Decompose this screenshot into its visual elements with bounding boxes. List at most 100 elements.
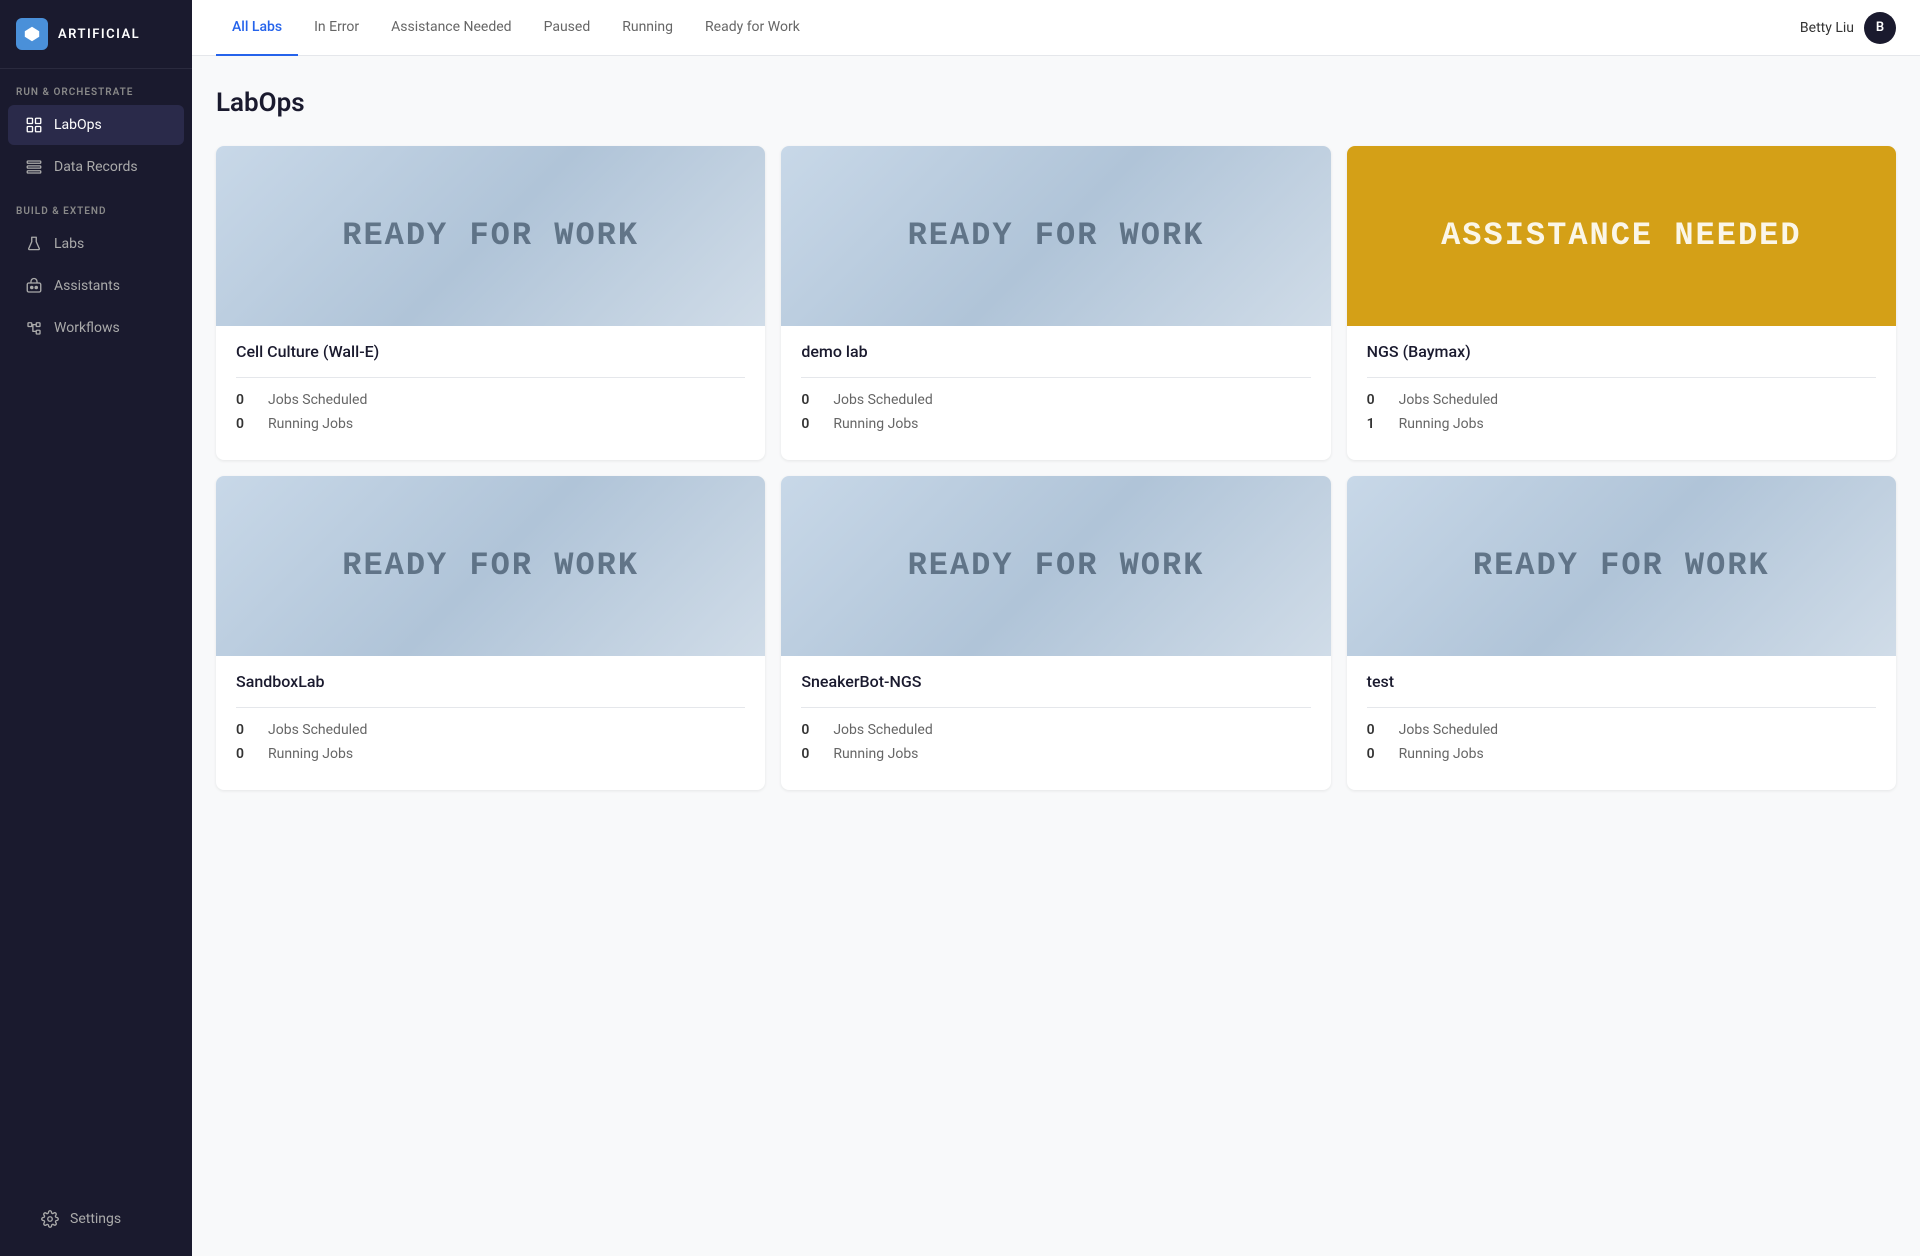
lab-status-text: READY FOR WORK: [326, 547, 655, 585]
sidebar-item-labs[interactable]: Labs: [8, 224, 184, 264]
top-nav: All Labs In Error Assistance Needed Paus…: [192, 0, 1920, 56]
lab-stat-running: 0 Running Jobs: [236, 746, 745, 762]
lab-card-divider: [1367, 377, 1876, 378]
lab-card-image: READY FOR WORK: [1347, 476, 1896, 656]
lab-card-divider: [801, 707, 1310, 708]
logo-icon: [16, 18, 48, 50]
lab-card-ngs-baymax[interactable]: ASSISTANCE NEEDED NGS (Baymax) 0 Jobs Sc…: [1347, 146, 1896, 460]
lab-card-demo-lab[interactable]: READY FOR WORK demo lab 0 Jobs Scheduled…: [781, 146, 1330, 460]
lab-card-body: test 0 Jobs Scheduled 0 Running Jobs: [1347, 656, 1896, 790]
lab-card-sandbox-lab[interactable]: READY FOR WORK SandboxLab 0 Jobs Schedul…: [216, 476, 765, 790]
running-jobs-label: Running Jobs: [833, 746, 918, 762]
jobs-scheduled-label: Jobs Scheduled: [268, 392, 367, 408]
lab-card-image: READY FOR WORK: [216, 146, 765, 326]
lab-stat-scheduled: 0 Jobs Scheduled: [1367, 722, 1876, 738]
logo-text: ARTIFICIAL: [58, 27, 140, 42]
running-jobs-label: Running Jobs: [833, 416, 918, 432]
lab-card-name: SneakerBot-NGS: [801, 672, 1310, 691]
lab-stat-running: 0 Running Jobs: [801, 746, 1310, 762]
tab-all-labs[interactable]: All Labs: [216, 1, 298, 56]
lab-card-body: NGS (Baymax) 0 Jobs Scheduled 1 Running …: [1347, 326, 1896, 460]
lab-stat-running: 0 Running Jobs: [1367, 746, 1876, 762]
lab-card-sneakerbot-ngs[interactable]: READY FOR WORK SneakerBot-NGS 0 Jobs Sch…: [781, 476, 1330, 790]
lab-stat-running: 0 Running Jobs: [801, 416, 1310, 432]
sidebar-item-settings[interactable]: Settings: [24, 1199, 168, 1239]
lab-card-divider: [236, 707, 745, 708]
running-jobs-label: Running Jobs: [1399, 746, 1484, 762]
running-jobs-value: 0: [801, 416, 817, 432]
bot-icon: [24, 276, 44, 296]
jobs-scheduled-label: Jobs Scheduled: [833, 392, 932, 408]
lab-status-text: ASSISTANCE NEEDED: [1425, 217, 1817, 255]
section-label-build: BUILD & EXTEND: [0, 188, 192, 223]
lab-stat-scheduled: 0 Jobs Scheduled: [801, 392, 1310, 408]
page-title: LabOps: [216, 88, 1896, 118]
sidebar-item-labops[interactable]: LabOps: [8, 105, 184, 145]
lab-card-body: Cell Culture (Wall-E) 0 Jobs Scheduled 0…: [216, 326, 765, 460]
lab-status-text: READY FOR WORK: [892, 547, 1221, 585]
running-jobs-value: 0: [1367, 746, 1383, 762]
lab-stat-running: 0 Running Jobs: [236, 416, 745, 432]
lab-card-name: NGS (Baymax): [1367, 342, 1876, 361]
lab-stat-scheduled: 0 Jobs Scheduled: [1367, 392, 1876, 408]
jobs-scheduled-value: 0: [801, 722, 817, 738]
sidebar-logo[interactable]: ARTIFICIAL: [0, 0, 192, 69]
lab-status-text: READY FOR WORK: [892, 217, 1221, 255]
tab-running[interactable]: Running: [606, 1, 689, 56]
lab-stat-scheduled: 0 Jobs Scheduled: [236, 722, 745, 738]
sidebar-item-labops-label: LabOps: [54, 117, 102, 133]
lab-card-name: Cell Culture (Wall-E): [236, 342, 745, 361]
running-jobs-label: Running Jobs: [1399, 416, 1484, 432]
sidebar-bottom: Settings: [0, 1182, 192, 1256]
tab-ready-for-work[interactable]: Ready for Work: [689, 1, 816, 56]
lab-card-test[interactable]: READY FOR WORK test 0 Jobs Scheduled 0 R…: [1347, 476, 1896, 790]
lab-card-name: SandboxLab: [236, 672, 745, 691]
lab-card-divider: [801, 377, 1310, 378]
lab-card-name: test: [1367, 672, 1876, 691]
running-jobs-label: Running Jobs: [268, 416, 353, 432]
lab-card-name: demo lab: [801, 342, 1310, 361]
sidebar: ARTIFICIAL RUN & ORCHESTRATE LabOps Data…: [0, 0, 192, 1256]
lab-card-body: SneakerBot-NGS 0 Jobs Scheduled 0 Runnin…: [781, 656, 1330, 790]
jobs-scheduled-label: Jobs Scheduled: [268, 722, 367, 738]
list-icon: [24, 157, 44, 177]
jobs-scheduled-value: 0: [1367, 722, 1383, 738]
user-name: Betty Liu: [1800, 20, 1854, 36]
jobs-scheduled-label: Jobs Scheduled: [833, 722, 932, 738]
sidebar-item-assistants[interactable]: Assistants: [8, 266, 184, 306]
user-avatar: B: [1864, 12, 1896, 44]
jobs-scheduled-label: Jobs Scheduled: [1399, 392, 1498, 408]
lab-card-cell-culture[interactable]: READY FOR WORK Cell Culture (Wall-E) 0 J…: [216, 146, 765, 460]
running-jobs-value: 1: [1367, 416, 1383, 432]
content-area: LabOps READY FOR WORK Cell Culture (Wall…: [192, 56, 1920, 1256]
sidebar-item-data-records-label: Data Records: [54, 159, 138, 175]
jobs-scheduled-value: 0: [801, 392, 817, 408]
lab-card-image: READY FOR WORK: [781, 146, 1330, 326]
tab-in-error[interactable]: In Error: [298, 1, 375, 56]
lab-status-text: READY FOR WORK: [326, 217, 655, 255]
sidebar-item-workflows[interactable]: Workflows: [8, 308, 184, 348]
section-label-run: RUN & ORCHESTRATE: [0, 69, 192, 104]
tab-paused[interactable]: Paused: [528, 1, 607, 56]
sidebar-item-assistants-label: Assistants: [54, 278, 120, 294]
workflow-icon: [24, 318, 44, 338]
running-jobs-label: Running Jobs: [268, 746, 353, 762]
user-menu[interactable]: Betty Liu B: [1800, 12, 1896, 44]
flask-icon: [24, 234, 44, 254]
lab-grid: READY FOR WORK Cell Culture (Wall-E) 0 J…: [216, 146, 1896, 790]
running-jobs-value: 0: [236, 416, 252, 432]
sidebar-item-settings-label: Settings: [70, 1211, 121, 1227]
jobs-scheduled-value: 0: [236, 722, 252, 738]
tab-assistance-needed[interactable]: Assistance Needed: [375, 1, 527, 56]
lab-stat-scheduled: 0 Jobs Scheduled: [801, 722, 1310, 738]
grid-icon: [24, 115, 44, 135]
sidebar-item-data-records[interactable]: Data Records: [8, 147, 184, 187]
jobs-scheduled-value: 0: [236, 392, 252, 408]
settings-icon: [40, 1209, 60, 1229]
nav-tabs: All Labs In Error Assistance Needed Paus…: [216, 0, 816, 55]
lab-card-body: SandboxLab 0 Jobs Scheduled 0 Running Jo…: [216, 656, 765, 790]
running-jobs-value: 0: [801, 746, 817, 762]
running-jobs-value: 0: [236, 746, 252, 762]
jobs-scheduled-value: 0: [1367, 392, 1383, 408]
lab-card-image: ASSISTANCE NEEDED: [1347, 146, 1896, 326]
